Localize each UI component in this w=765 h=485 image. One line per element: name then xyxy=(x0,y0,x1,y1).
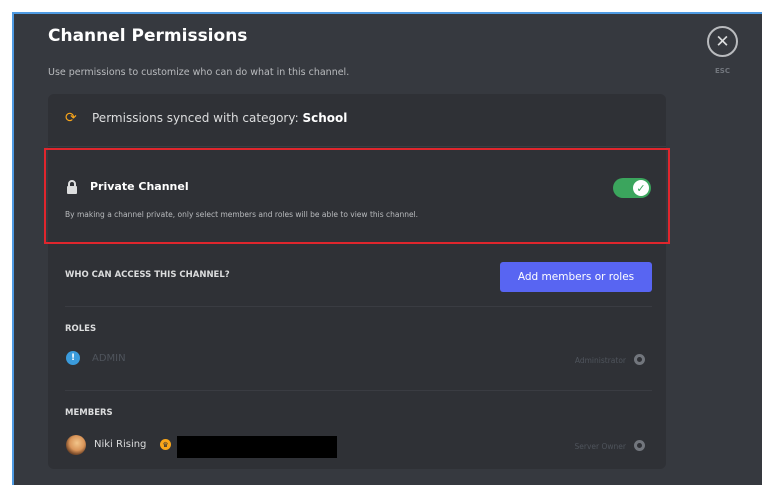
sync-text-prefix: Permissions synced with category: xyxy=(92,111,303,125)
permissions-panel: ⟳ Permissions synced with category: Scho… xyxy=(48,94,666,469)
members-label: MEMBERS xyxy=(65,408,113,418)
gear-icon[interactable] xyxy=(634,440,645,451)
private-channel-toggle[interactable]: ✓ xyxy=(613,178,651,198)
sync-category: School xyxy=(302,111,348,125)
close-icon: ✕ xyxy=(715,31,730,52)
private-channel-title: Private Channel xyxy=(90,180,189,193)
crown-icon: ♛ xyxy=(160,439,171,450)
add-members-button[interactable]: Add members or roles xyxy=(500,262,652,292)
role-tag: Administrator xyxy=(574,356,626,365)
avatar xyxy=(66,435,86,455)
esc-label: ESC xyxy=(715,67,730,75)
role-name: ADMIN xyxy=(92,353,126,364)
role-shield-icon: ! xyxy=(66,351,80,365)
private-channel-description: By making a channel private, only select… xyxy=(65,210,419,219)
divider xyxy=(65,390,652,391)
modal-subtitle: Use permissions to customize who can do … xyxy=(48,67,350,78)
gear-icon[interactable] xyxy=(634,354,645,365)
roles-label: ROLES xyxy=(65,324,97,334)
close-button[interactable]: ✕ xyxy=(707,26,738,57)
sync-notice: ⟳ Permissions synced with category: Scho… xyxy=(48,94,666,147)
private-channel-row: Private Channel By making a channel priv… xyxy=(48,150,666,244)
modal-title: Channel Permissions xyxy=(48,26,248,46)
redaction-bar xyxy=(177,436,337,458)
divider xyxy=(65,306,652,307)
sync-text: Permissions synced with category: School xyxy=(92,111,347,125)
channel-permissions-modal: Channel Permissions Use permissions to c… xyxy=(12,12,762,485)
access-label: WHO CAN ACCESS THIS CHANNEL? xyxy=(65,270,230,280)
checkmark-icon: ✓ xyxy=(636,181,646,195)
member-name: Niki Rising xyxy=(94,439,147,450)
toggle-knob: ✓ xyxy=(633,180,649,196)
lock-icon xyxy=(67,180,77,194)
member-tag: Server Owner xyxy=(574,442,626,451)
sync-icon: ⟳ xyxy=(65,110,77,126)
